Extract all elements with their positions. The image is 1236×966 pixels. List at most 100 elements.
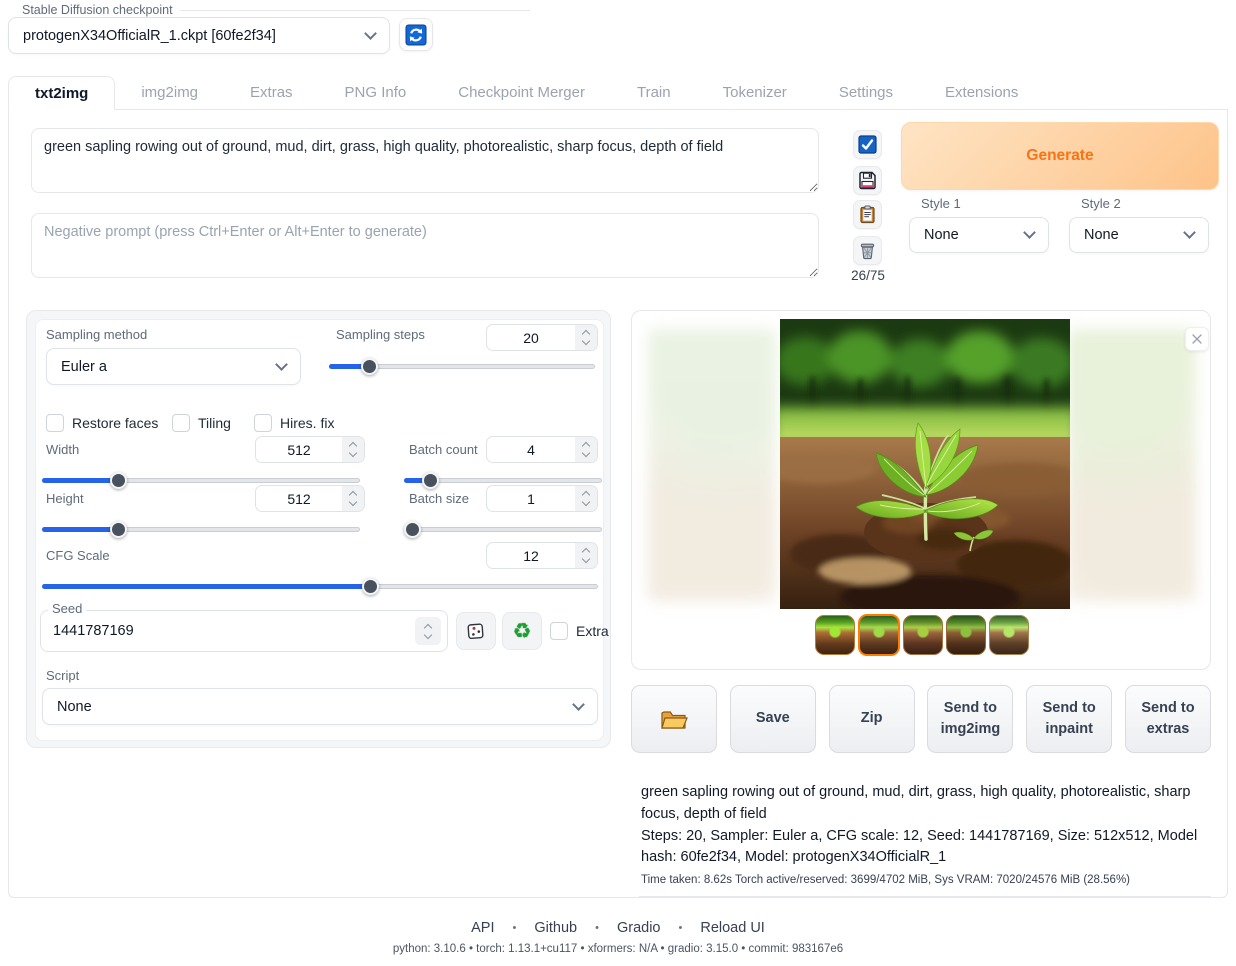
save-style-button[interactable] (853, 166, 882, 195)
stepper-arrows[interactable] (342, 437, 364, 462)
script-select[interactable]: None (42, 688, 598, 725)
extra-seed-checkbox[interactable]: Extra (550, 622, 609, 640)
sampling-steps-slider[interactable] (329, 358, 595, 374)
apply-style-button[interactable] (853, 130, 882, 159)
tab-tokenizer[interactable]: Tokenizer (697, 76, 813, 109)
style2-select[interactable]: None (1069, 217, 1209, 253)
refresh-checkpoints-button[interactable] (399, 18, 433, 51)
footer-link-gradio[interactable]: Gradio (617, 920, 661, 936)
checkpoint-select[interactable]: protogenX34OfficialR_1.ckpt [60fe2f34] (8, 17, 390, 54)
output-gallery (631, 310, 1211, 670)
info-params-text: Steps: 20, Sampler: Euler a, CFG scale: … (641, 826, 1209, 870)
tab-train[interactable]: Train (611, 76, 697, 109)
chevron-down-icon (1023, 226, 1036, 239)
footer-links: API • Github • Gradio • Reload UI (0, 920, 1236, 936)
send-to-img2img-button[interactable]: Send to img2img (927, 685, 1013, 753)
stepper-arrows[interactable] (415, 617, 441, 645)
tab-png-info[interactable]: PNG Info (319, 76, 433, 109)
style2-label: Style 2 (1081, 196, 1121, 211)
generated-image[interactable] (780, 319, 1070, 609)
clear-prompt-button[interactable] (853, 236, 882, 265)
gallery-actions: Save Zip Send to img2img Send to inpaint… (631, 685, 1211, 753)
negative-prompt-input[interactable] (31, 213, 819, 278)
batch-count-value[interactable] (487, 437, 575, 462)
footer-link-github[interactable]: Github (534, 920, 577, 936)
cfg-scale-input[interactable] (486, 542, 598, 569)
restore-faces-checkbox[interactable]: Restore faces (46, 414, 158, 432)
stepper-arrows[interactable] (575, 486, 597, 511)
stepper-arrows[interactable] (575, 325, 597, 350)
sampling-steps-value[interactable] (487, 325, 575, 350)
generation-settings-inner: Sampling method Euler a Sampling steps R… (35, 319, 604, 741)
height-slider[interactable] (42, 521, 360, 537)
chevron-down-icon (364, 27, 377, 40)
folder-icon (660, 707, 688, 731)
seed-value[interactable] (41, 611, 415, 651)
prompt-input[interactable]: green sapling rowing out of ground, mud,… (31, 128, 819, 193)
restore-faces-label: Restore faces (72, 415, 158, 431)
tiling-checkbox[interactable]: Tiling (172, 414, 231, 432)
close-icon (1191, 333, 1203, 345)
style1-select[interactable]: None (909, 217, 1049, 253)
gallery-prev-preview (648, 329, 776, 601)
zip-button[interactable]: Zip (829, 685, 915, 753)
tab-extras[interactable]: Extras (224, 76, 319, 109)
cfg-scale-value[interactable] (487, 543, 575, 568)
reuse-seed-button[interactable]: ♻ (502, 612, 542, 650)
seed-label: Seed (48, 601, 86, 616)
open-folder-button[interactable] (631, 685, 717, 753)
footer-bullet: • (595, 922, 599, 934)
trash-icon (858, 241, 877, 260)
send-to-inpaint-button[interactable]: Send to inpaint (1026, 685, 1112, 753)
generate-button[interactable]: Generate (901, 122, 1219, 190)
info-prompt-text: green sapling rowing out of ground, mud,… (641, 782, 1209, 826)
height-input[interactable] (255, 485, 365, 512)
sampling-steps-input[interactable] (486, 324, 598, 351)
batch-size-slider[interactable] (404, 521, 602, 537)
save-button[interactable]: Save (730, 685, 816, 753)
stepper-arrows[interactable] (575, 437, 597, 462)
token-counter: 26/75 (845, 268, 891, 283)
tab-txt2img[interactable]: txt2img (8, 76, 115, 110)
width-value[interactable] (256, 437, 342, 462)
gallery-thumbnails (632, 615, 1211, 656)
style1-value: None (924, 227, 1025, 243)
close-gallery-button[interactable] (1185, 327, 1209, 351)
tiling-label: Tiling (198, 415, 231, 431)
batch-size-value[interactable] (487, 486, 575, 511)
width-label: Width (46, 442, 79, 457)
footer-link-api[interactable]: API (471, 920, 494, 936)
floppy-disk-icon (858, 171, 877, 190)
width-input[interactable] (255, 436, 365, 463)
stepper-arrows[interactable] (575, 543, 597, 568)
checkpoint-label: Stable Diffusion checkpoint (18, 3, 177, 17)
stepper-arrows[interactable] (342, 486, 364, 511)
hires-fix-checkbox[interactable]: Hires. fix (254, 414, 334, 432)
checkpoint-value: protogenX34OfficialR_1.ckpt [60fe2f34] (23, 28, 366, 44)
tab-checkpoint-merger[interactable]: Checkpoint Merger (432, 76, 611, 109)
random-seed-button[interactable] (456, 612, 496, 650)
batch-count-label: Batch count (409, 442, 478, 457)
batch-size-input[interactable] (486, 485, 598, 512)
thumbnail-5[interactable] (989, 615, 1029, 655)
generation-info: green sapling rowing out of ground, mud,… (639, 782, 1211, 897)
cfg-scale-slider[interactable] (42, 578, 598, 594)
seed-input[interactable] (40, 610, 448, 652)
thumbnail-4[interactable] (946, 615, 986, 655)
thumbnail-3[interactable] (903, 615, 943, 655)
info-performance-text: Time taken: 8.62s Torch active/reserved:… (641, 874, 1209, 886)
thumbnail-1[interactable] (815, 615, 855, 655)
height-value[interactable] (256, 486, 342, 511)
tab-settings[interactable]: Settings (813, 76, 919, 109)
footer-link-reload-ui[interactable]: Reload UI (700, 920, 764, 936)
dice-icon (466, 621, 486, 641)
batch-count-input[interactable] (486, 436, 598, 463)
thumbnail-2-selected[interactable] (858, 614, 900, 656)
tab-extensions[interactable]: Extensions (919, 76, 1044, 109)
send-to-extras-button[interactable]: Send to extras (1125, 685, 1211, 753)
paste-params-button[interactable] (853, 200, 882, 229)
tab-img2img[interactable]: img2img (115, 76, 224, 109)
sampling-method-select[interactable]: Euler a (46, 348, 301, 385)
footer-bullet: • (679, 922, 683, 934)
chevron-down-icon (1183, 226, 1196, 239)
